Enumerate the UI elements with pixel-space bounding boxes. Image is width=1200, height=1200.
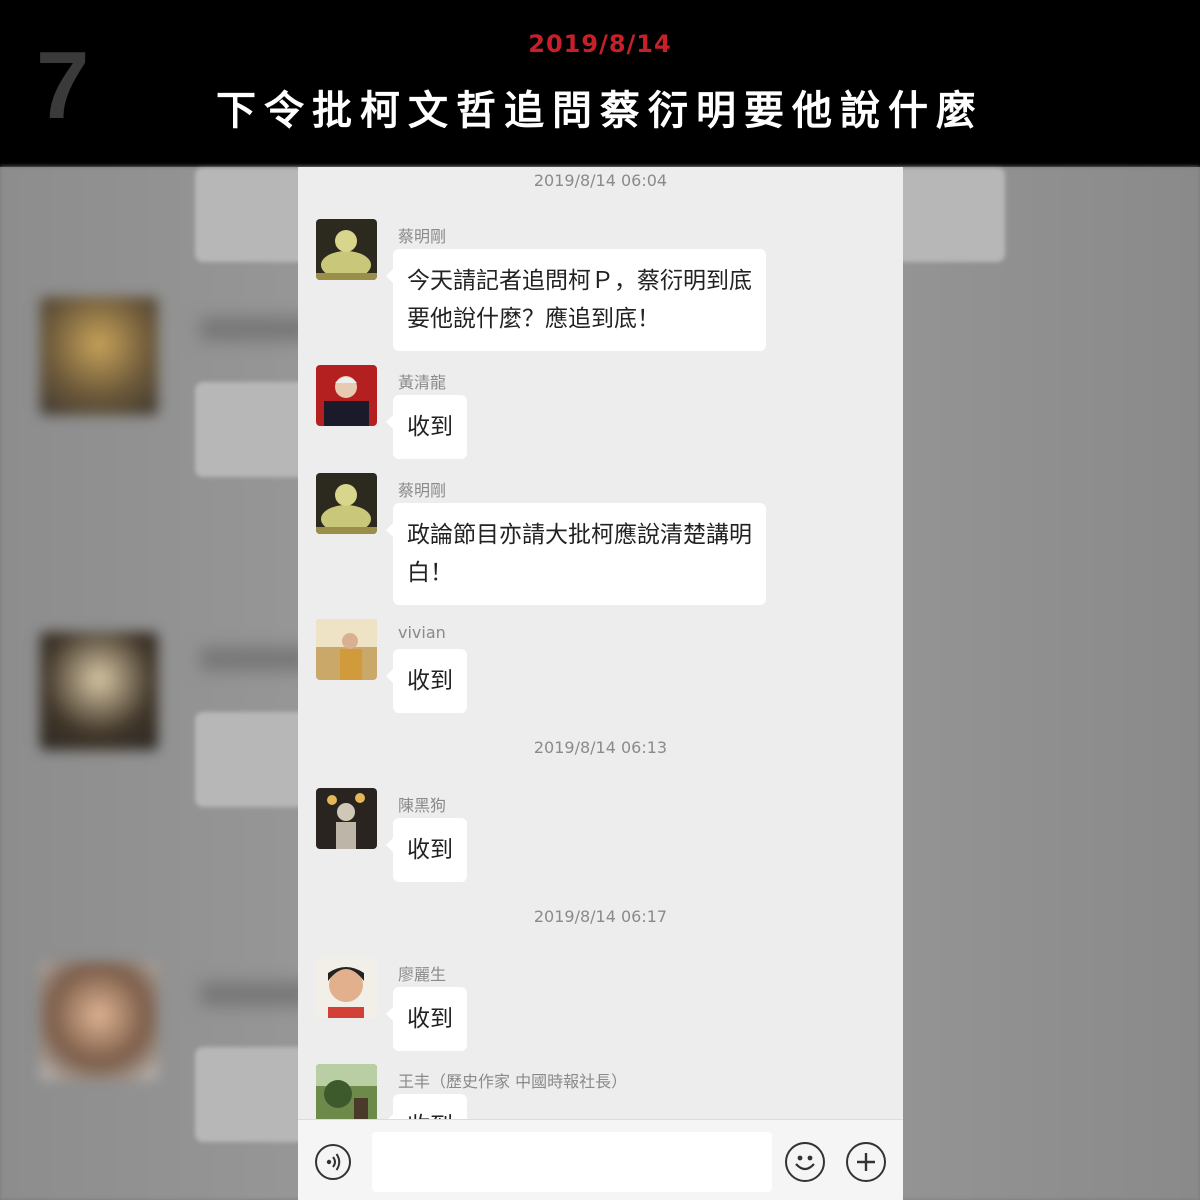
person-avatar-icon — [316, 957, 377, 1018]
header-banner: 7 2019/8/14 下令批柯文哲追問蔡衍明要他說什麼 — [0, 0, 1200, 167]
bg-avatar — [40, 962, 158, 1080]
avatar[interactable] — [316, 365, 377, 426]
time-separator: 2019/8/14 06:13 — [533, 738, 668, 757]
message-line: 要他說什麼？應追到底！ — [407, 306, 660, 332]
bg-avatar — [40, 297, 158, 415]
sender-name: 黃清龍 — [398, 373, 447, 392]
bg-avatar — [40, 632, 158, 750]
chat-screen: 2019/8/14 06:04 蔡明剛 今天請記者追問柯Ｐ，蔡衍明到底 要他說什… — [298, 167, 903, 1200]
message-line: 今天請記者追問柯Ｐ，蔡衍明到底 — [407, 268, 752, 294]
buddha-avatar-icon — [316, 219, 377, 280]
bg-bar — [200, 647, 310, 671]
sender-name: 蔡明剛 — [398, 227, 447, 246]
message-bubble[interactable]: 政論節目亦請大批柯應說清楚講明 白！ — [386, 503, 766, 605]
bg-bar — [200, 982, 310, 1006]
avatar[interactable] — [316, 788, 377, 849]
sender-name: vivian — [398, 623, 446, 642]
bg-card — [195, 382, 315, 477]
bg-card — [195, 1047, 315, 1142]
time-separator: 2019/8/14 06:17 — [533, 907, 668, 926]
time-separator: 2019/8/14 06:04 — [533, 171, 668, 190]
avatar[interactable] — [316, 473, 377, 534]
bg-card — [195, 712, 315, 807]
avatar[interactable] — [316, 619, 377, 680]
message-line: 收到 — [407, 837, 453, 863]
message-bubble[interactable]: 收到 — [386, 818, 467, 882]
sender-name: 陳黑狗 — [398, 796, 447, 815]
sender-name: 廖麗生 — [398, 965, 447, 984]
buddha-avatar-icon — [316, 473, 377, 534]
message-bubble[interactable]: 收到 — [386, 649, 467, 713]
avatar[interactable] — [316, 219, 377, 280]
plus-icon — [857, 1153, 875, 1171]
banner-date: 2019/8/14 — [528, 30, 672, 58]
message-line: 政論節目亦請大批柯應說清楚講明 — [407, 522, 752, 548]
person-avatar-icon — [316, 365, 377, 426]
bg-bar — [200, 317, 310, 341]
message-bubble[interactable]: 收到 — [386, 395, 467, 459]
message-bubble[interactable]: 收到 — [386, 987, 467, 1051]
landscape-avatar-icon — [316, 1064, 377, 1125]
banner-title: 下令批柯文哲追問蔡衍明要他說什麼 — [216, 88, 984, 134]
emoji-icon — [795, 1155, 815, 1171]
emoji-button[interactable] — [785, 1142, 825, 1182]
message-line: 收到 — [407, 1006, 453, 1032]
sender-name: 蔡明剛 — [398, 481, 447, 500]
person-avatar-icon — [316, 788, 377, 849]
message-line: 收到 — [407, 414, 453, 440]
message-line: 白！ — [407, 560, 453, 586]
message-bubble[interactable]: 今天請記者追問柯Ｐ，蔡衍明到底 要他說什麼？應追到底！ — [386, 249, 766, 351]
avatar[interactable] — [316, 1064, 377, 1125]
plus-button[interactable] — [846, 1142, 886, 1182]
person-avatar-icon — [316, 619, 377, 680]
message-input[interactable] — [372, 1132, 772, 1192]
chat-input-bar — [298, 1119, 903, 1200]
avatar[interactable] — [316, 957, 377, 1018]
message-line: 收到 — [407, 668, 453, 694]
sender-name: 王丰（歷史作家 中國時報社長） — [398, 1072, 628, 1091]
voice-icon — [326, 1153, 341, 1171]
voice-button[interactable] — [315, 1144, 351, 1180]
